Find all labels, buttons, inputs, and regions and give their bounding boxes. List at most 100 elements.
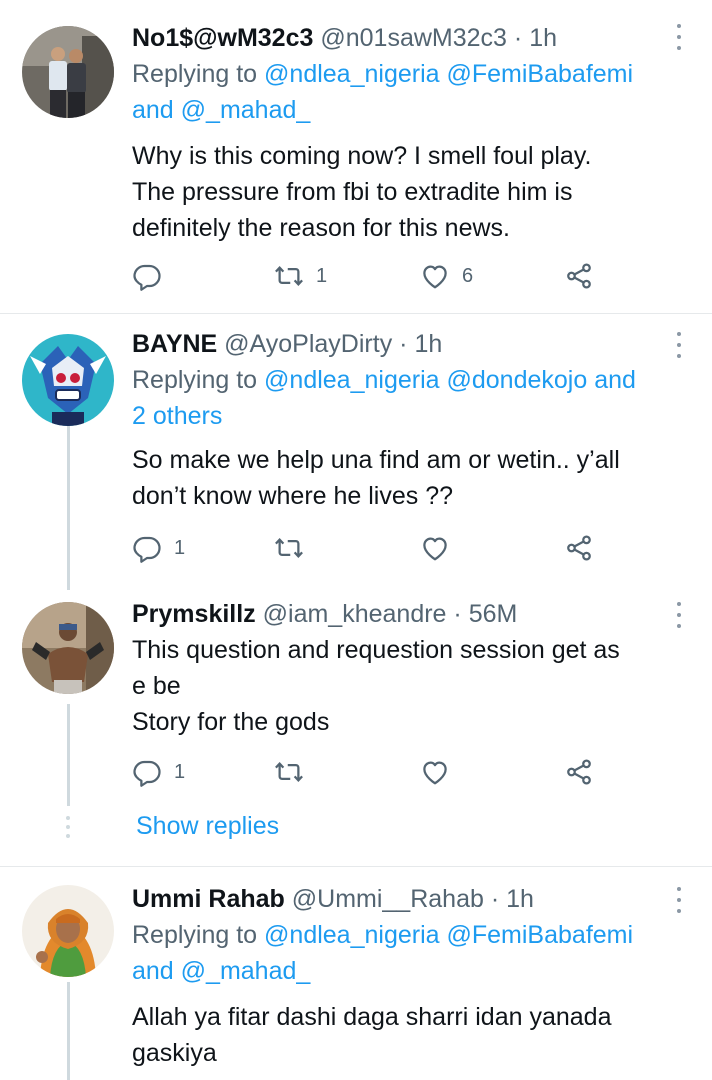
- mention-link[interactable]: @FemiBabafemi: [447, 60, 634, 88]
- replying-to: Replying to @ndlea_nigeria @dondekojo an…: [132, 362, 672, 434]
- replying-to: Replying to @ndlea_nigeria @FemiBabafemi…: [132, 917, 672, 989]
- timestamp[interactable]: 1h: [506, 885, 534, 913]
- separator-dot: ·: [490, 885, 500, 913]
- tweet-text-line: Allah ya fitar dashi daga sharri idan ya…: [132, 1003, 612, 1031]
- tweet-text-line: This question and requestion session get…: [132, 636, 620, 664]
- reply-count: 1: [174, 536, 186, 559]
- tweet-text: So make we help una find am or wetin.. y…: [132, 442, 672, 514]
- like-icon: [420, 261, 450, 291]
- reply-icon: [132, 533, 162, 563]
- tweet-text: This question and requestion session get…: [132, 632, 672, 740]
- tweet-actions: 1: [132, 532, 612, 564]
- replying-prefix: Replying to: [132, 921, 258, 949]
- tweet-text: Why is this coming now? I smell foul pla…: [132, 138, 672, 246]
- tweet-header: BAYNE @AyoPlayDirty · 1h: [132, 326, 672, 362]
- user-handle[interactable]: @AyoPlayDirty: [224, 330, 392, 358]
- others-link[interactable]: 2 others: [132, 402, 222, 430]
- more-options-icon[interactable]: [674, 887, 684, 913]
- tweet-text: Allah ya fitar dashi daga sharri idan ya…: [132, 999, 672, 1071]
- display-name[interactable]: Ummi Rahab: [132, 885, 285, 913]
- thread-continuation-dots: [66, 816, 70, 838]
- like-button[interactable]: [420, 532, 462, 564]
- like-icon: [420, 533, 450, 563]
- user-handle[interactable]: @Ummi__Rahab: [292, 885, 484, 913]
- retweet-count: 1: [316, 264, 328, 287]
- retweet-icon: [274, 757, 304, 787]
- tweet-content: Prymskillz @iam_kheandre · 56M This ques…: [132, 596, 672, 740]
- tweet[interactable]: No1$@wM32c3 @n01sawM32c3 · 1h Replying t…: [0, 0, 712, 314]
- tweet[interactable]: Ummi Rahab @Ummi__Rahab · 1h Replying to…: [0, 867, 712, 1080]
- display-name[interactable]: Prymskillz: [132, 600, 256, 628]
- and-text: and: [594, 366, 636, 394]
- reply-button[interactable]: [132, 260, 174, 292]
- reply-button[interactable]: 1: [132, 756, 185, 788]
- separator-dot: ·: [399, 330, 408, 358]
- mention-link[interactable]: @ndlea_nigeria: [264, 366, 440, 394]
- mention-link[interactable]: @ndlea_nigeria: [264, 60, 440, 88]
- share-icon: [564, 533, 594, 563]
- like-icon: [420, 757, 450, 787]
- tweet-text-line: The pressure from fbi to extradite him i…: [132, 178, 573, 206]
- tweet[interactable]: BAYNE @AyoPlayDirty · 1h Replying to @nd…: [0, 314, 712, 584]
- more-options-icon[interactable]: [674, 332, 684, 358]
- mention-link[interactable]: @_mahad_: [181, 96, 311, 124]
- share-button[interactable]: [564, 260, 594, 292]
- tweet[interactable]: Prymskillz @iam_kheandre · 56M This ques…: [0, 588, 712, 808]
- user-handle[interactable]: @iam_kheandre: [263, 600, 447, 628]
- separator-dot: ·: [453, 600, 462, 628]
- reply-button[interactable]: 1: [132, 532, 185, 564]
- avatar[interactable]: [22, 885, 114, 977]
- tweet-header: Ummi Rahab @Ummi__Rahab · 1h: [132, 881, 672, 917]
- like-count: 6: [462, 264, 474, 287]
- more-options-icon[interactable]: [674, 602, 684, 628]
- replying-to: Replying to @ndlea_nigeria @FemiBabafemi…: [132, 56, 672, 128]
- tweet-actions: 1 6: [132, 260, 612, 292]
- separator-dot: ·: [513, 24, 523, 52]
- reply-count: 1: [174, 760, 186, 783]
- share-button[interactable]: [564, 756, 594, 788]
- show-replies-link[interactable]: Show replies: [136, 808, 279, 844]
- tweet-content: No1$@wM32c3 @n01sawM32c3 · 1h Replying t…: [132, 20, 672, 246]
- timestamp[interactable]: 1h: [529, 24, 557, 52]
- tweet-header: No1$@wM32c3 @n01sawM32c3 · 1h: [132, 20, 672, 56]
- mention-link[interactable]: @ndlea_nigeria: [264, 921, 440, 949]
- retweet-button[interactable]: [274, 756, 316, 788]
- like-button[interactable]: [420, 756, 462, 788]
- avatar[interactable]: [22, 602, 114, 694]
- display-name[interactable]: No1$@wM32c3: [132, 24, 313, 52]
- tweet-text-line: e be: [132, 672, 181, 700]
- mention-link[interactable]: @_mahad_: [181, 957, 311, 985]
- share-icon: [564, 261, 594, 291]
- tweet-text-line: Why is this coming now? I smell foul pla…: [132, 142, 592, 170]
- mention-link[interactable]: @FemiBabafemi: [447, 921, 634, 949]
- more-options-icon[interactable]: [674, 24, 684, 50]
- replying-prefix: Replying to: [132, 366, 258, 394]
- timestamp[interactable]: 56M: [469, 600, 518, 628]
- tweet-text-line: gaskiya: [132, 1039, 217, 1067]
- retweet-icon: [274, 533, 304, 563]
- retweet-icon: [274, 261, 304, 291]
- avatar[interactable]: [22, 26, 114, 118]
- retweet-button[interactable]: 1: [274, 260, 327, 292]
- tweet-text-line: don’t know where he lives ??: [132, 482, 454, 510]
- reply-icon: [132, 757, 162, 787]
- share-button[interactable]: [564, 532, 594, 564]
- reply-icon: [132, 261, 162, 291]
- avatar[interactable]: [22, 334, 114, 426]
- tweet-text-line: Story for the gods: [132, 708, 330, 736]
- like-button[interactable]: 6: [420, 260, 473, 292]
- share-icon: [564, 757, 594, 787]
- retweet-button[interactable]: [274, 532, 316, 564]
- timestamp[interactable]: 1h: [414, 330, 442, 358]
- display-name[interactable]: BAYNE: [132, 330, 217, 358]
- tweet-content: Ummi Rahab @Ummi__Rahab · 1h Replying to…: [132, 881, 672, 1071]
- tweet-content: BAYNE @AyoPlayDirty · 1h Replying to @nd…: [132, 326, 672, 514]
- tweet-text-line: So make we help una find am or wetin.. y…: [132, 446, 620, 474]
- user-handle[interactable]: @n01sawM32c3: [320, 24, 507, 52]
- replying-prefix: Replying to: [132, 60, 258, 88]
- mention-link[interactable]: @dondekojo: [447, 366, 588, 394]
- tweet-header: Prymskillz @iam_kheandre · 56M: [132, 596, 672, 632]
- and-text: and: [132, 957, 174, 985]
- tweet-text-line: definitely the reason for this news.: [132, 214, 510, 242]
- tweet-actions: 1: [132, 756, 612, 788]
